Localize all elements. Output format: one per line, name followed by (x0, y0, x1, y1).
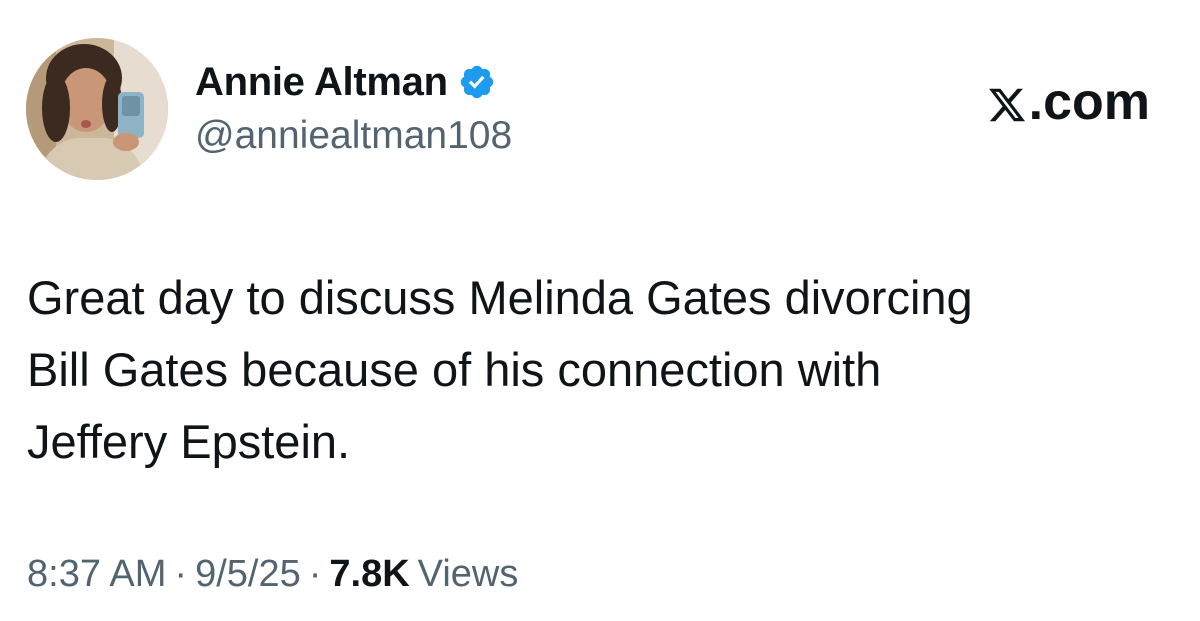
tweet-text: Great day to discuss Melinda Gates divor… (27, 262, 1167, 478)
views-label: Views (417, 553, 519, 595)
profile-photo-avatar (26, 38, 168, 180)
views-count[interactable]: 7.8K (329, 553, 409, 596)
verified-badge-icon (458, 63, 496, 101)
tweet-text-line: Jeffery Epstein. (27, 415, 351, 468)
tweet-text-line: Great day to discuss Melinda Gates divor… (27, 271, 973, 324)
meta-separator: · (308, 553, 322, 595)
x-logo-icon (987, 80, 1027, 124)
display-name-row: Annie Altman (195, 58, 496, 106)
tweet-time[interactable]: 8:37 AM (27, 553, 166, 596)
author-handle[interactable]: @anniealtman108 (195, 114, 512, 158)
brand-domain: .com (1028, 73, 1150, 131)
tweet-meta: 8:37 AM · 9/5/25 · 7.8K Views (27, 553, 518, 596)
brand-watermark: .com (987, 72, 1150, 132)
meta-separator: · (174, 553, 188, 595)
tweet-date[interactable]: 9/5/25 (195, 553, 301, 596)
tweet-card: Annie Altman @anniealtman108 .com Great … (0, 0, 1200, 621)
display-name[interactable]: Annie Altman (195, 60, 448, 105)
avatar[interactable] (26, 38, 168, 180)
tweet-text-line: Bill Gates because of his connection wit… (27, 343, 882, 396)
